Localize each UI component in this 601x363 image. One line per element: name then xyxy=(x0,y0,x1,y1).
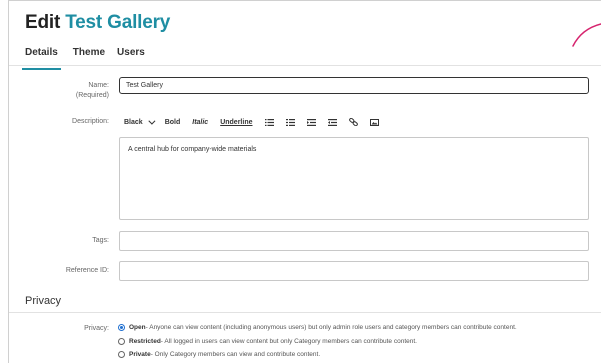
bold-button[interactable]: Bold xyxy=(165,119,181,126)
name-label: Name: (Required) xyxy=(9,81,109,101)
tags-label: Tags: xyxy=(92,237,109,244)
brand-swoosh-icon xyxy=(572,23,601,47)
chevron-down-icon xyxy=(148,117,156,125)
link-icon[interactable] xyxy=(348,118,358,126)
privacy-restricted-name: Restricted xyxy=(129,338,161,345)
privacy-private-desc: - Only Category members can view and con… xyxy=(150,351,321,358)
image-icon[interactable] xyxy=(369,118,379,126)
indent-icon[interactable] xyxy=(306,118,316,126)
panel-top-border xyxy=(8,0,601,1)
tab-theme[interactable]: Theme xyxy=(73,47,105,70)
description-label: Description: xyxy=(72,118,109,125)
privacy-private-name: Private xyxy=(129,351,151,358)
italic-button[interactable]: Italic xyxy=(192,119,208,126)
panel-left-border xyxy=(8,0,9,363)
privacy-divider xyxy=(9,312,601,313)
reference-id-field[interactable] xyxy=(119,261,589,281)
name-label-text: Name: xyxy=(88,82,109,89)
privacy-option-private[interactable]: Private - Only Category members can view… xyxy=(118,351,320,358)
tags-field[interactable] xyxy=(119,231,589,251)
tab-bar: Details Theme Users xyxy=(22,47,157,70)
name-required-text: (Required) xyxy=(75,92,109,99)
title-prefix: Edit xyxy=(25,12,61,33)
outdent-icon[interactable] xyxy=(327,118,337,126)
font-color-select[interactable]: Black xyxy=(124,117,156,126)
privacy-label: Privacy: xyxy=(84,325,109,332)
name-field[interactable]: Test Gallery xyxy=(119,77,589,94)
radio-open[interactable] xyxy=(118,324,125,331)
radio-private[interactable] xyxy=(118,351,125,358)
privacy-restricted-desc: - All logged in users can view content b… xyxy=(160,338,417,345)
description-editor[interactable]: A central hub for company-wide materials xyxy=(119,137,589,220)
tabs-divider xyxy=(9,65,601,66)
privacy-option-open[interactable]: Open - Anyone can view content (includin… xyxy=(118,324,517,331)
editor-toolbar: Black Bold Italic Underline xyxy=(124,117,391,126)
page-title: Edit Test Gallery xyxy=(25,12,170,34)
tab-users[interactable]: Users xyxy=(117,47,145,70)
privacy-open-name: Open xyxy=(129,324,146,331)
privacy-option-restricted[interactable]: Restricted - All logged in users can vie… xyxy=(118,338,417,345)
title-gallery-name: Test Gallery xyxy=(65,12,171,33)
privacy-open-desc: - Anyone can view content (including ano… xyxy=(145,324,517,331)
radio-restricted[interactable] xyxy=(118,338,125,345)
font-color-value: Black xyxy=(124,118,143,126)
tab-details[interactable]: Details xyxy=(22,47,61,70)
bullet-list-icon[interactable] xyxy=(264,118,274,126)
numbered-list-icon[interactable] xyxy=(285,118,295,126)
privacy-section-title: Privacy xyxy=(25,295,62,307)
reference-id-label: Reference ID: xyxy=(65,267,109,274)
underline-button[interactable]: Underline xyxy=(220,119,252,126)
